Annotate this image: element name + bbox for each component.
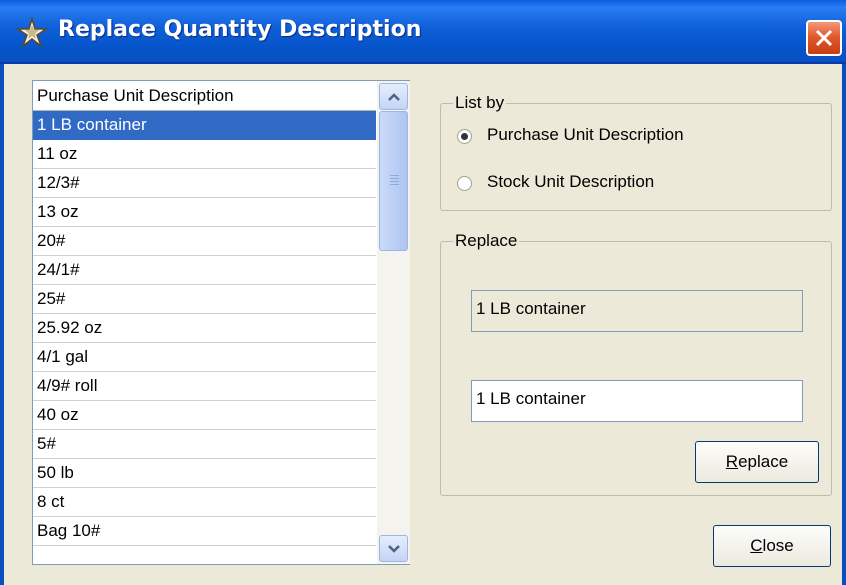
sparkle-app-icon — [15, 16, 49, 49]
list-item[interactable]: 40 oz — [33, 401, 376, 430]
current-value-field: 1 LB container — [471, 290, 803, 332]
chevron-up-icon — [388, 93, 400, 101]
window-frame-left — [0, 64, 4, 585]
scroll-down-button[interactable] — [379, 535, 408, 562]
list-item[interactable]: 13 oz — [33, 198, 376, 227]
list-item[interactable]: 8 ct — [33, 488, 376, 517]
scroll-up-button[interactable] — [379, 83, 408, 110]
close-button[interactable]: Close — [713, 525, 831, 567]
list-scrollbar[interactable] — [377, 81, 410, 564]
list-item[interactable]: 4/9# roll — [33, 372, 376, 401]
list-item[interactable]: Bag 10# — [33, 517, 376, 546]
list-by-label: List by — [453, 93, 507, 113]
list-item[interactable]: 5# — [33, 430, 376, 459]
radio-selected-dot — [461, 133, 468, 140]
close-window-button[interactable] — [806, 20, 842, 56]
list-item[interactable]: 25.92 oz — [33, 314, 376, 343]
unit-description-list[interactable]: Purchase Unit Description 1 LB container… — [32, 80, 410, 565]
window-frame-right — [842, 64, 846, 585]
title-bar[interactable]: Replace Quantity Description — [0, 0, 846, 64]
replace-group: Replace 1 LB container Replace — [440, 231, 832, 496]
replace-label: Replace — [453, 231, 520, 251]
replace-button[interactable]: Replace — [695, 441, 819, 483]
new-value-input[interactable] — [471, 380, 803, 422]
list-item[interactable]: 1 LB container — [33, 111, 376, 140]
list-column-header[interactable]: Purchase Unit Description — [33, 81, 376, 111]
radio-circle[interactable] — [457, 129, 472, 144]
close-button-label: lose — [762, 536, 794, 555]
scroll-thumb[interactable] — [379, 111, 408, 251]
radio-stock-unit-label[interactable]: Stock Unit Description — [487, 172, 654, 192]
window-title: Replace Quantity Description — [58, 17, 422, 42]
current-value-text: 1 LB container — [476, 299, 586, 318]
chevron-down-icon — [388, 545, 400, 553]
list-by-group: List by Purchase Unit Description Stock … — [440, 93, 832, 211]
list-rows: 1 LB container 11 oz 12/3# 13 oz 20# 24/1# 25#… — [33, 111, 376, 546]
replace-mnemonic: R — [725, 452, 739, 471]
close-x-icon — [815, 29, 833, 47]
radio-circle[interactable] — [457, 176, 472, 191]
list-item[interactable]: 25# — [33, 285, 376, 314]
replace-button-label: eplace — [738, 452, 789, 471]
radio-purchase-unit-label[interactable]: Purchase Unit Description — [487, 125, 684, 145]
list-item[interactable]: 50 lb — [33, 459, 376, 488]
new-value-text[interactable] — [476, 389, 798, 409]
list-item[interactable]: 24/1# — [33, 256, 376, 285]
close-mnemonic: C — [750, 536, 763, 555]
list-item[interactable]: 20# — [33, 227, 376, 256]
list-item[interactable]: 12/3# — [33, 169, 376, 198]
list-item[interactable]: 11 oz — [33, 140, 376, 169]
list-item[interactable]: 4/1 gal — [33, 343, 376, 372]
